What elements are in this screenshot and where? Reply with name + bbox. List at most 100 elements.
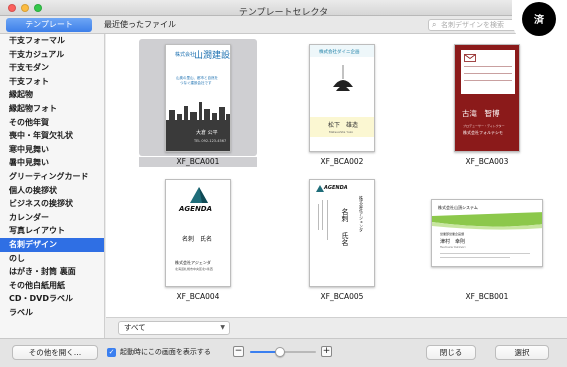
- open-other-button[interactable]: その他を開く…: [12, 345, 98, 360]
- title-bar: テンプレートセレクタ: [0, 0, 567, 18]
- template-grid: 株式会社 山澗建設 山奥の里山、都市と自然を つなぐ建設会社です 大倉 公平 T…: [106, 34, 567, 317]
- sidebar-item[interactable]: カレンダー: [0, 211, 104, 225]
- template-thumb-wrap: AGENDA 株式会社アジェンダ 名刺 氏名: [283, 174, 401, 291]
- filter-bar: すべて ▼: [106, 317, 567, 338]
- sidebar-item[interactable]: 干支フォト: [0, 75, 104, 89]
- sidebar-item[interactable]: のし: [0, 252, 104, 266]
- sidebar-item[interactable]: 写真レイアウト: [0, 224, 104, 238]
- sidebar-item[interactable]: グリーティングカード: [0, 170, 104, 184]
- agenda-logo-mark: [316, 185, 324, 192]
- business-card-bcb001: 株式会社山頂システム 営業部営業企画課 津村 幸則 Tsumura Yukino…: [431, 198, 543, 267]
- card-person-name-vertical: 名刺: [341, 208, 349, 222]
- template-name: XF_BCA002: [320, 157, 364, 166]
- template-name: XF_BCA005: [320, 292, 364, 301]
- sidebar-item[interactable]: 干支モダン: [0, 61, 104, 75]
- zoom-out-icon[interactable]: −: [233, 346, 244, 357]
- template-card-bcb001[interactable]: 株式会社山頂システム 営業部営業企画課 津村 幸則 Tsumura Yukino…: [412, 174, 562, 302]
- category-sidebar: 干支フォーマル 干支カジュアル 干支モダン 干支フォト 縁起物 縁起物フォト その他年賀 喪中…: [0, 34, 105, 338]
- sidebar-item[interactable]: CD・DVDラベル: [0, 292, 104, 306]
- template-name: XF_BCB001: [465, 292, 509, 301]
- card-company: 株式会社フォルテシモ: [463, 130, 503, 135]
- filter-select[interactable]: すべて ▼: [118, 321, 230, 335]
- city-skyline-graphic: [166, 102, 230, 151]
- green-wave-graphic: [432, 211, 542, 230]
- template-card-bca005[interactable]: AGENDA 株式会社アジェンダ 名刺 氏名 XF_BCA005: [283, 174, 401, 302]
- maximize-window-icon[interactable]: [34, 4, 42, 12]
- filter-value: すべて: [124, 323, 146, 332]
- sidebar-item[interactable]: その他年賀: [0, 116, 104, 130]
- card-tagline: つなぐ建設会社です: [180, 81, 212, 85]
- sidebar-item[interactable]: ビジネスの挨拶状: [0, 197, 104, 211]
- agenda-logo-text: AGENDA: [324, 185, 348, 191]
- business-card-bca004: AGENDA 名刺 氏名 株式会社アジェンダ 北海道札幌市中央区北1条西: [165, 179, 231, 287]
- apple-badge-logo: 済: [512, 0, 567, 46]
- template-name: XF_BCA001: [139, 157, 257, 167]
- card-person-name: 松下 雄造: [328, 122, 359, 129]
- sidebar-item[interactable]: 干支フォーマル: [0, 34, 104, 48]
- template-thumb-wrap: 株式会社山頂システム 営業部営業企画課 津村 幸則 Tsumura Yukino…: [412, 174, 562, 291]
- sidebar-item[interactable]: 干支カジュアル: [0, 48, 104, 62]
- template-card-bca001[interactable]: 株式会社 山澗建設 山奥の里山、都市と自然を つなぐ建設会社です 大倉 公平 T…: [139, 39, 257, 167]
- zoom-slider-knob[interactable]: [274, 347, 285, 357]
- tab-recent-files[interactable]: 最近使ったファイル: [104, 18, 176, 32]
- template-thumb-wrap: 古滝 智博 プロデューサー・ディレクター 株式会社フォルテシモ: [428, 39, 546, 156]
- badge-text: 済: [534, 15, 544, 26]
- minimize-window-icon[interactable]: [21, 4, 29, 12]
- template-card-bca004[interactable]: AGENDA 名刺 氏名 株式会社アジェンダ 北海道札幌市中央区北1条西 XF_…: [139, 174, 257, 302]
- template-card-bca003[interactable]: 古滝 智博 プロデューサー・ディレクター 株式会社フォルテシモ XF_BCA00…: [428, 39, 546, 167]
- chevron-down-icon: ▼: [220, 324, 225, 331]
- card-company: 株式会社山頂システム: [438, 204, 478, 210]
- template-name: XF_BCA004: [176, 292, 220, 301]
- template-thumb-wrap: AGENDA 名刺 氏名 株式会社アジェンダ 北海道札幌市中央区北1条西: [139, 174, 257, 291]
- card-company: 株式会社アジェンダ: [175, 260, 211, 265]
- pendant-lamp-graphic: [333, 65, 353, 91]
- business-card-bca001: 株式会社 山澗建設 山奥の里山、都市と自然を つなぐ建設会社です 大倉 公平 T…: [165, 44, 231, 152]
- card-tel: TEL 092-123-4567: [194, 139, 227, 143]
- card-department: 営業部営業企画課: [440, 231, 465, 236]
- zoom-slider[interactable]: [250, 347, 316, 357]
- business-card-bca003: 古滝 智博 プロデューサー・ディレクター 株式会社フォルテシモ: [454, 44, 520, 152]
- select-button[interactable]: 選択: [495, 345, 549, 360]
- show-on-startup-label: 起動時にこの画面を表示する: [120, 348, 211, 356]
- template-selector-window: テンプレートセレクタ テンプレート 最近使ったファイル ⌕ 名刺デザインを検索 …: [0, 0, 567, 367]
- sidebar-item[interactable]: 個人の挨拶状: [0, 184, 104, 198]
- sidebar-item[interactable]: 名刺デザイン: [0, 237, 104, 252]
- card-person-name: 古滝 智博: [462, 109, 500, 118]
- card-company: 株式会社: [175, 52, 196, 58]
- card-person-name: 名刺 氏名: [182, 236, 213, 243]
- agenda-logo-text: AGENDA: [179, 205, 213, 213]
- show-on-startup-checkbox[interactable]: ✓: [107, 348, 116, 357]
- card-person-name: 大倉 公平: [196, 130, 218, 136]
- business-card-bca005: AGENDA 株式会社アジェンダ 名刺 氏名: [309, 179, 375, 287]
- card-person-name-en: Tsumura Yukinori: [440, 244, 466, 249]
- window-controls: [8, 4, 42, 12]
- search-icon: ⌕: [432, 20, 437, 29]
- close-button[interactable]: 閉じる: [426, 345, 476, 360]
- template-name: XF_BCA003: [465, 157, 509, 166]
- sidebar-item[interactable]: 寒中見舞い: [0, 143, 104, 157]
- sidebar-item[interactable]: ラベル: [0, 306, 104, 320]
- card-company-vertical: 株式会社アジェンダ: [359, 196, 364, 232]
- card-title: プロデューサー・ディレクター: [463, 124, 505, 128]
- template-thumb-wrap: 株式会社 山澗建設 山奥の里山、都市と自然を つなぐ建設会社です 大倉 公平 T…: [139, 39, 257, 156]
- sidebar-item[interactable]: 縁起物: [0, 88, 104, 102]
- template-thumb-wrap: 株式会社ダイニ企画 松下 雄造 Matsushita Yuzo: [283, 39, 401, 156]
- zoom-in-icon[interactable]: +: [321, 346, 332, 357]
- envelope-icon: [464, 54, 476, 62]
- close-window-icon[interactable]: [8, 4, 16, 12]
- card-person-name-vertical: 氏名: [341, 232, 349, 246]
- sidebar-item[interactable]: その他白紙用紙: [0, 279, 104, 293]
- card-company: 株式会社ダイニ企画: [319, 50, 360, 55]
- sidebar-item[interactable]: 縁起物フォト: [0, 102, 104, 116]
- search-placeholder: 名刺デザインを検索: [441, 21, 504, 29]
- template-card-bca002[interactable]: 株式会社ダイニ企画 松下 雄造 Matsushita Yuzo XF_BCA00…: [283, 39, 401, 167]
- sidebar-item[interactable]: はがき・封筒 裏面: [0, 265, 104, 279]
- bottom-toolbar: その他を開く… ✓ 起動時にこの画面を表示する − + 閉じる 選択: [0, 338, 567, 367]
- card-person-name-en: Matsushita Yuzo: [329, 130, 354, 134]
- card-company-big: 山澗建設: [194, 51, 231, 61]
- tab-templates[interactable]: テンプレート: [6, 18, 92, 32]
- tab-bar: テンプレート 最近使ったファイル ⌕ 名刺デザインを検索: [0, 16, 567, 34]
- sidebar-item[interactable]: 暑中見舞い: [0, 156, 104, 170]
- sidebar-item[interactable]: 喪中・年賀欠礼状: [0, 129, 104, 143]
- agenda-logo-mark: [190, 187, 208, 203]
